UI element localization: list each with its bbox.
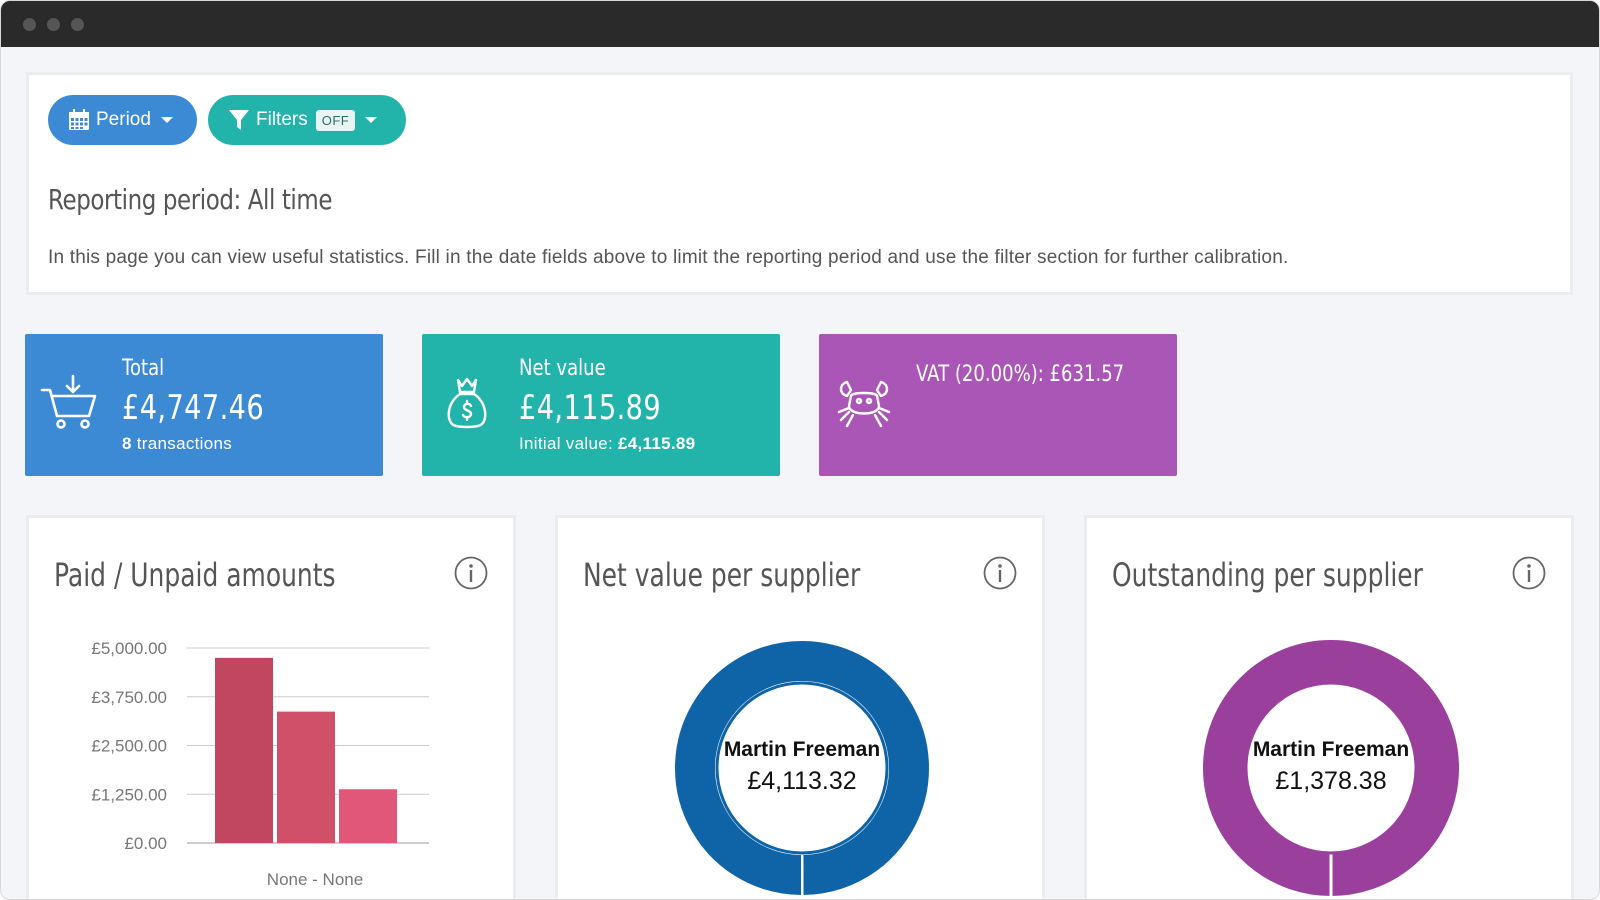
y-tick-label: £1,250.00 [91, 785, 167, 804]
y-tick-label: £5,000.00 [91, 639, 167, 658]
donut-center-value: £1,378.38 [1275, 767, 1386, 795]
total-label: Total [122, 356, 165, 381]
net-value-label: Net value [519, 356, 606, 381]
page-title: Reporting period: All time [48, 183, 333, 216]
outstanding-donut-chart: Martin Freeman £1,378.38 [1203, 640, 1459, 896]
transactions-count-suffix: transactions [131, 434, 233, 453]
total-value: £4,747.46 [122, 388, 265, 428]
filters-button-label: Filters [256, 109, 308, 130]
x-category-label: None - None [267, 870, 363, 889]
y-tick-label: £3,750.00 [91, 688, 167, 707]
period-button[interactable]: Period [48, 95, 197, 145]
net-value-amount: £4,115.89 [519, 388, 662, 428]
money-bag-icon [447, 377, 487, 429]
bar[interactable] [277, 711, 335, 843]
donut-center-name: Martin Freeman [1253, 738, 1409, 761]
chevron-down-icon [365, 117, 378, 123]
initial-value-amount: £4,115.89 [618, 434, 696, 453]
filters-button[interactable]: Filters OFF [208, 95, 406, 145]
crab-icon [837, 380, 891, 428]
net-value-stat-tile: Net value £4,115.89 Initial value: £4,11… [422, 334, 780, 476]
window-titlebar [1, 1, 1599, 47]
initial-value: Initial value: £4,115.89 [519, 434, 695, 454]
window-close-dot[interactable] [23, 18, 36, 31]
filter-icon [229, 110, 249, 130]
vat-label: VAT (20.00%): £631.57 [916, 362, 1125, 387]
y-tick-label: £2,500.00 [91, 737, 167, 756]
total-stat-tile: Total £4,747.46 8 transactions [25, 334, 383, 476]
initial-value-prefix: Initial value: [519, 434, 618, 453]
calendar-icon [69, 109, 89, 130]
outstanding-per-supplier-card: Outstanding per supplier Martin Freeman … [1084, 515, 1574, 899]
donut-center-name: Martin Freeman [724, 738, 880, 761]
transactions-count-number: 8 [122, 434, 132, 453]
bar[interactable] [339, 789, 397, 843]
window-minimize-dot[interactable] [47, 18, 60, 31]
bar[interactable] [215, 657, 273, 843]
vat-stat-tile: VAT (20.00%): £631.57 [819, 334, 1177, 476]
period-button-label: Period [96, 109, 151, 130]
cart-icon [40, 374, 97, 429]
page-description: In this page you can view useful statist… [48, 247, 1289, 268]
chevron-down-icon [160, 117, 173, 123]
filters-status-badge: OFF [315, 109, 356, 131]
donut-center-value: £4,113.32 [747, 767, 856, 795]
y-tick-label: £0.00 [124, 834, 167, 853]
net-value-per-supplier-card: Net value per supplier Martin Freeman £4… [555, 515, 1045, 899]
donut-slice[interactable] [801, 852, 804, 898]
window-maximize-dot[interactable] [71, 18, 84, 31]
transactions-count: 8 transactions [122, 434, 232, 454]
browser-window: Period Filters OFF Reporting period: All… [0, 0, 1600, 900]
reporting-panel: Period Filters OFF Reporting period: All… [26, 72, 1573, 295]
paid-unpaid-bar-chart: £0.00 £1,250.00 £2,500.00 £3,750.00 £5,000.0… [91, 639, 429, 889]
paid-unpaid-card: Paid / Unpaid amounts £0.00 £1,250.00 £2,5… [26, 515, 516, 899]
net-value-donut-chart: Martin Freeman £4,113.32 [673, 639, 931, 898]
